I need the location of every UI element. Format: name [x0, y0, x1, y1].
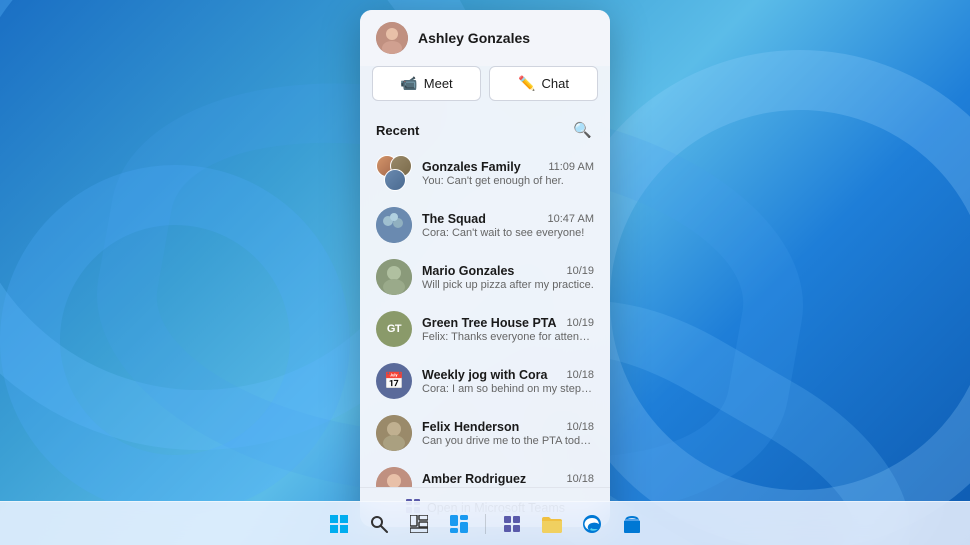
contact-preview: Can you drive me to the PTA today? [422, 435, 594, 447]
chat-icon: ✏️ [518, 75, 535, 92]
contact-time: 11:09 AM [548, 161, 594, 173]
contact-name: The Squad [422, 212, 486, 226]
contact-info: Gonzales Family 11:09 AM You: Can't get … [422, 160, 594, 187]
contact-time: 10/18 [566, 473, 594, 485]
avatar [376, 22, 408, 54]
contact-info: Weekly jog with Cora 10/18 Cora: I am so… [422, 368, 594, 395]
taskbar-taskview-button[interactable] [403, 508, 435, 540]
contact-name: Amber Rodriguez [422, 472, 526, 486]
user-name: Ashley Gonzales [418, 30, 530, 46]
taskbar-teams-button[interactable] [496, 508, 528, 540]
contact-avatar [376, 259, 412, 295]
contact-preview: You: Can't get enough of her. [422, 175, 594, 187]
contact-preview: Will pick up pizza after my practice. [422, 279, 594, 291]
group-avatar [376, 155, 412, 191]
list-item[interactable]: The Squad 10:47 AM Cora: Can't wait to s… [360, 199, 610, 251]
taskbar-search-button[interactable] [363, 508, 395, 540]
contact-name: Green Tree House PTA [422, 316, 557, 330]
contact-time: 10:47 AM [548, 213, 594, 225]
contact-list: Gonzales Family 11:09 AM You: Can't get … [360, 147, 610, 487]
contact-avatar [376, 467, 412, 487]
contact-name: Gonzales Family [422, 160, 521, 174]
teams-panel: Ashley Gonzales 📹 Meet ✏️ Chat Recent 🔍 [360, 10, 610, 527]
contact-name: Felix Henderson [422, 420, 519, 434]
contact-time: 10/19 [566, 265, 594, 277]
contact-info: Mario Gonzales 10/19 Will pick up pizza … [422, 264, 594, 291]
list-item[interactable]: GT Green Tree House PTA 10/19 Felix: Tha… [360, 303, 610, 355]
taskbar-divider [485, 514, 486, 534]
chat-button[interactable]: ✏️ Chat [489, 66, 598, 101]
chat-label: Chat [541, 76, 568, 91]
meet-icon: 📹 [400, 75, 417, 92]
recent-title: Recent [376, 123, 419, 138]
search-icon[interactable]: 🔍 [571, 119, 594, 141]
panel-header: Ashley Gonzales [360, 10, 610, 66]
meet-label: Meet [424, 76, 453, 91]
contact-preview: Felix: Thanks everyone for attending tod… [422, 331, 594, 343]
list-item[interactable]: 📅 Weekly jog with Cora 10/18 Cora: I am … [360, 355, 610, 407]
contact-avatar [376, 207, 412, 243]
contact-preview: Cora: Can't wait to see everyone! [422, 227, 594, 239]
taskbar [0, 501, 970, 545]
contact-info: Felix Henderson 10/18 Can you drive me t… [422, 420, 594, 447]
meet-button[interactable]: 📹 Meet [372, 66, 481, 101]
contact-info: Green Tree House PTA 10/19 Felix: Thanks… [422, 316, 594, 343]
taskbar-explorer-button[interactable] [536, 508, 568, 540]
taskbar-store-button[interactable] [616, 508, 648, 540]
list-item[interactable]: Amber Rodriguez 10/18 That is awesome! L… [360, 459, 610, 487]
contact-avatar [376, 415, 412, 451]
contact-name: Weekly jog with Cora [422, 368, 548, 382]
taskbar-widgets-button[interactable] [443, 508, 475, 540]
contact-preview: That is awesome! Love it! [422, 487, 594, 488]
contact-name: Mario Gonzales [422, 264, 514, 278]
list-item[interactable]: Gonzales Family 11:09 AM You: Can't get … [360, 147, 610, 199]
recent-section-header: Recent 🔍 [360, 113, 610, 147]
contact-time: 10/18 [566, 421, 594, 433]
list-item[interactable]: Mario Gonzales 10/19 Will pick up pizza … [360, 251, 610, 303]
contact-preview: Cora: I am so behind on my step goals [422, 383, 594, 395]
taskbar-edge-button[interactable] [576, 508, 608, 540]
taskbar-start-button[interactable] [323, 508, 355, 540]
contact-avatar: GT [376, 311, 412, 347]
panel-buttons: 📹 Meet ✏️ Chat [360, 66, 610, 113]
contact-info: Amber Rodriguez 10/18 That is awesome! L… [422, 472, 594, 488]
list-item[interactable]: Felix Henderson 10/18 Can you drive me t… [360, 407, 610, 459]
contact-info: The Squad 10:47 AM Cora: Can't wait to s… [422, 212, 594, 239]
contact-time: 10/18 [566, 369, 594, 381]
contact-avatar: 📅 [376, 363, 412, 399]
contact-time: 10/19 [566, 317, 594, 329]
